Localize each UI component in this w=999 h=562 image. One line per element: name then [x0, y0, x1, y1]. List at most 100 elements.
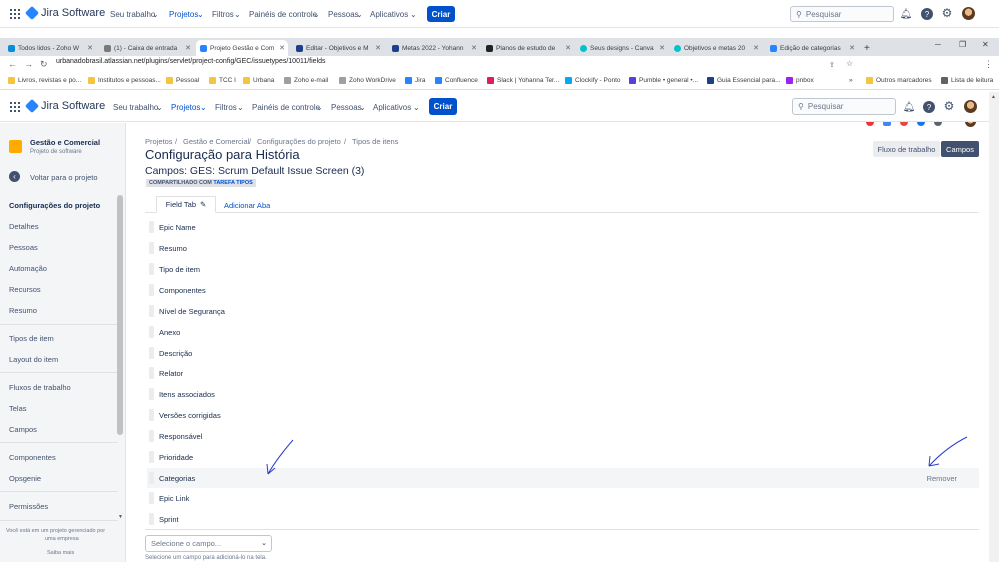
field-row[interactable]: Epic Link — [147, 488, 979, 508]
drag-handle-icon[interactable] — [149, 242, 154, 254]
bookmark-item[interactable]: TCC I — [209, 77, 236, 84]
bookmark-item[interactable]: Institutos e pessoas... — [88, 77, 161, 84]
sidebar-item-detalhes[interactable]: Detalhes — [9, 222, 39, 231]
bookmark-item[interactable]: Slack | Yohanna Ter... — [487, 77, 559, 84]
close-tab-icon[interactable]: ✕ — [185, 44, 191, 52]
minimize-icon[interactable]: ─ — [935, 40, 941, 49]
bookmark-item[interactable]: Zoho e-mail — [284, 77, 328, 84]
create-button[interactable]: Criar — [429, 98, 457, 115]
nav-filtros[interactable]: Filtros — [212, 10, 234, 19]
drag-handle-icon[interactable] — [149, 472, 154, 484]
browser-tab[interactable]: Todos lidos - Zoho W ✕ — [4, 40, 96, 56]
browser-tab[interactable]: Editar - Objetivos e M ✕ — [292, 40, 384, 56]
close-window-icon[interactable]: ✕ — [982, 40, 989, 49]
url-field[interactable]: urbanadobrasil.atlassian.net/plugins/ser… — [56, 58, 326, 65]
drag-handle-icon[interactable] — [149, 492, 154, 504]
workflow-button[interactable]: Fluxo de trabalho — [873, 141, 940, 157]
drag-handle-icon[interactable] — [149, 451, 154, 463]
bookmark-item[interactable]: Confluence — [435, 77, 478, 84]
close-tab-icon[interactable]: ✕ — [279, 44, 285, 52]
add-tab-link[interactable]: Adicionar Aba — [224, 201, 270, 210]
jira-logo[interactable]: Jira Software — [24, 5, 105, 21]
sidebar-item-layout-do-item[interactable]: Layout do item — [9, 355, 58, 364]
sidebar-item-pessoas[interactable]: Pessoas — [9, 243, 38, 252]
field-row[interactable]: Versões corrigidas — [147, 405, 979, 425]
drag-handle-icon[interactable] — [149, 326, 154, 338]
app-switcher-icon[interactable] — [10, 102, 20, 112]
sidebar-item-permissoes[interactable]: Permissões — [9, 502, 48, 511]
browser-tab-active[interactable]: Projeto Gestão e Com ✕ — [196, 40, 288, 56]
forward-arrow-icon[interactable]: → — [24, 59, 33, 69]
sidebar-item-fluxos[interactable]: Fluxos de trabalho — [9, 383, 71, 392]
sidebar-item-componentes[interactable]: Componentes — [9, 453, 56, 462]
bookmark-item[interactable]: Jira — [405, 77, 425, 84]
field-row[interactable]: Relator — [147, 363, 979, 383]
sidebar-item-opsgenie[interactable]: Opsgenie — [9, 474, 41, 483]
drag-handle-icon[interactable] — [149, 347, 154, 359]
breadcrumb-issue-types[interactable]: Tipos de itens — [352, 137, 398, 146]
drag-handle-icon[interactable] — [149, 221, 154, 233]
nav-aplicativos[interactable]: Aplicativos — [373, 103, 411, 112]
sidebar-section-title[interactable]: Configurações do projeto — [9, 201, 100, 210]
app-switcher-icon[interactable] — [10, 9, 20, 19]
search-input[interactable]: ⚲ Pesquisar — [792, 98, 896, 115]
back-to-project-link[interactable]: Voltar para o projeto — [30, 173, 98, 182]
settings-icon[interactable]: ⚙ — [943, 99, 955, 113]
remove-field-link[interactable]: Remover — [927, 474, 957, 483]
back-arrow-icon[interactable]: ← — [8, 59, 17, 69]
bookmark-item[interactable]: Zoho WorkDrive — [339, 77, 396, 84]
avatar[interactable] — [964, 100, 977, 113]
drag-handle-icon[interactable] — [149, 388, 154, 400]
help-icon[interactable]: ? — [923, 101, 935, 113]
nav-aplicativos[interactable]: Aplicativos — [370, 10, 408, 19]
browser-tab[interactable]: (1) - Caixa de entrada ✕ — [100, 40, 194, 56]
drag-handle-icon[interactable] — [149, 409, 154, 421]
field-row[interactable]: Componentes — [147, 280, 979, 300]
field-row[interactable]: Descrição — [147, 343, 979, 363]
bookmark-item[interactable]: Clockify - Ponto — [565, 77, 621, 84]
pencil-icon[interactable]: ✎ — [200, 200, 206, 209]
breadcrumb-settings[interactable]: Configurações do projeto — [257, 137, 341, 146]
drag-handle-icon[interactable] — [149, 513, 154, 525]
sidebar-item-campos[interactable]: Campos — [9, 425, 37, 434]
field-select-dropdown[interactable]: Selecione o campo... ⌄ — [145, 535, 272, 552]
bookmark-item[interactable]: Guia Essencial para... — [707, 77, 781, 84]
fields-button[interactable]: Campos — [941, 141, 979, 157]
close-tab-icon[interactable]: ✕ — [659, 44, 665, 52]
bookmark-star-icon[interactable]: ☆ — [846, 59, 853, 68]
new-tab-icon[interactable]: + — [864, 40, 878, 56]
notifications-icon[interactable]: 🔔︎ — [903, 101, 916, 113]
close-tab-icon[interactable]: ✕ — [375, 44, 381, 52]
close-tab-icon[interactable]: ✕ — [565, 44, 571, 52]
help-icon[interactable]: ? — [921, 8, 933, 20]
bookmark-item[interactable]: Urbana — [243, 77, 274, 84]
avatar[interactable] — [962, 7, 975, 20]
nav-paineis[interactable]: Painéis de controle — [249, 10, 317, 19]
nav-projetos[interactable]: Projetos — [171, 103, 200, 112]
settings-icon[interactable]: ⚙ — [941, 6, 953, 20]
sidebar-item-telas[interactable]: Telas — [9, 404, 27, 413]
field-row[interactable]: Itens associados — [147, 384, 979, 404]
bookmark-item[interactable]: Pessoal — [166, 77, 199, 84]
drag-handle-icon[interactable] — [149, 367, 154, 379]
sidebar-scrollbar[interactable] — [117, 195, 123, 435]
drag-handle-icon[interactable] — [149, 430, 154, 442]
nav-projetos[interactable]: Projetos — [169, 10, 198, 19]
close-tab-icon[interactable]: ✕ — [87, 44, 93, 52]
browser-tab[interactable]: Seus designs - Canva ✕ — [576, 40, 668, 56]
bookmark-item[interactable]: pnbox — [786, 77, 814, 84]
tab-field-tab[interactable]: Field Tab ✎ — [156, 196, 216, 213]
nav-filtros[interactable]: Filtros — [215, 103, 237, 112]
field-row[interactable]: Epic Name — [147, 217, 979, 237]
bookmarks-overflow-icon[interactable]: » — [849, 77, 853, 84]
breadcrumb-projetos[interactable]: Projetos — [145, 137, 173, 146]
shared-types-link[interactable]: Tarefa tipos — [213, 180, 252, 186]
bookmark-item[interactable]: Pumble • general •... — [629, 77, 698, 84]
close-tab-icon[interactable]: ✕ — [471, 44, 477, 52]
browser-tab[interactable]: Metas 2022 - Yohann ✕ — [388, 40, 480, 56]
field-row[interactable]: Tipo de item — [147, 259, 979, 279]
share-icon[interactable]: ⇪ — [829, 61, 835, 69]
nav-paineis[interactable]: Painéis de controle — [252, 103, 320, 112]
field-row[interactable]: Anexo — [147, 322, 979, 342]
browser-tab[interactable]: Objetivos e metas 20 ✕ — [670, 40, 762, 56]
